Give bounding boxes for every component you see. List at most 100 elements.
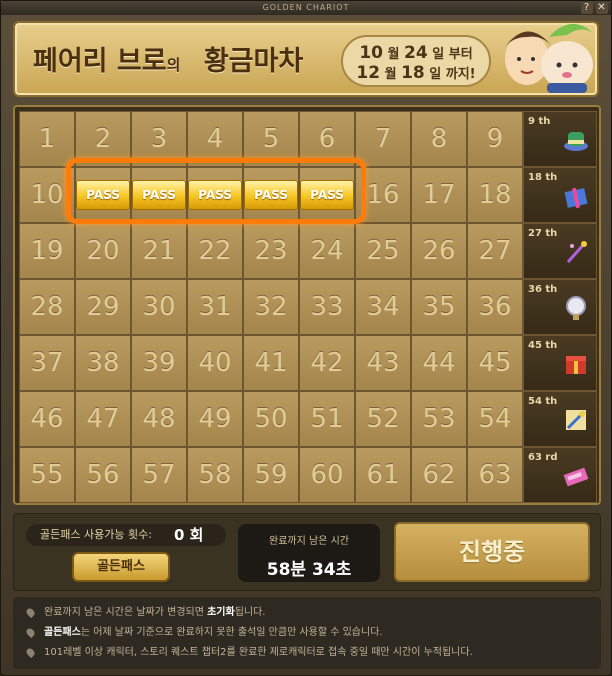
day-cell: 36 bbox=[467, 279, 523, 335]
day-cell: 58 bbox=[187, 447, 243, 503]
note-eligibility: 101레벨 이상 캐릭터, 스토리 퀘스트 챕터2를 완료한 제로캐릭터로 접속… bbox=[24, 643, 591, 663]
day-cell: 39 bbox=[131, 335, 187, 391]
reward-slot[interactable]: 45 th bbox=[523, 335, 597, 391]
day-cell: 50 bbox=[243, 391, 299, 447]
day-cell: 25 bbox=[355, 223, 411, 279]
day-cell: 18 bbox=[467, 167, 523, 223]
day-cell: 3 bbox=[131, 111, 187, 167]
in-progress-button[interactable]: 진행중 bbox=[394, 522, 590, 582]
reward-slot[interactable]: 9 th bbox=[523, 111, 597, 167]
pass-cell[interactable]: PASS bbox=[131, 167, 187, 223]
pass-label: PASS bbox=[132, 180, 186, 210]
reward-day-label: 63 rd bbox=[528, 452, 558, 463]
day-cell: 37 bbox=[19, 335, 75, 391]
day-cell: 55 bbox=[19, 447, 75, 503]
day-cell: 6 bbox=[299, 111, 355, 167]
day-cell: 26 bbox=[411, 223, 467, 279]
day-cell: 61 bbox=[355, 447, 411, 503]
day-cell: 7 bbox=[355, 111, 411, 167]
pass-cell[interactable]: PASS bbox=[299, 167, 355, 223]
event-title: 페어리 브로의 황금마차 bbox=[33, 39, 303, 78]
pin-icon bbox=[24, 646, 37, 658]
event-start-date: 10 월 24 일 부터 bbox=[359, 43, 473, 63]
day-cell: 33 bbox=[299, 279, 355, 335]
day-cell: 31 bbox=[187, 279, 243, 335]
day-cell: 35 bbox=[411, 279, 467, 335]
reward-slot[interactable]: 36 th bbox=[523, 279, 597, 335]
day-cell: 23 bbox=[243, 223, 299, 279]
day-cell: 46 bbox=[19, 391, 75, 447]
day-cell: 41 bbox=[243, 335, 299, 391]
pass-label: PASS bbox=[244, 180, 298, 210]
day-cell: 59 bbox=[243, 447, 299, 503]
note-golden-pass: 골든패스는 어제 날짜 기준으로 완료하지 못한 출석일 만큼만 사용할 수 있… bbox=[24, 623, 591, 643]
reward-day-label: 54 th bbox=[528, 396, 558, 407]
gift-box-icon bbox=[564, 187, 588, 209]
pass-label: PASS bbox=[188, 180, 242, 210]
control-panel: 골든패스 사용가능 횟수: 0 회 골든패스 완료까지 남은 시간 58분 34… bbox=[13, 513, 601, 591]
day-cell: 24 bbox=[299, 223, 355, 279]
remaining-time-value: 58분 34초 bbox=[266, 560, 352, 580]
pass-cell[interactable]: PASS bbox=[243, 167, 299, 223]
day-cell: 52 bbox=[355, 391, 411, 447]
reward-slot[interactable]: 27 th bbox=[523, 223, 597, 279]
pass-uses-count: 0 회 bbox=[174, 526, 204, 544]
pass-label: PASS bbox=[76, 180, 130, 210]
day-cell: 57 bbox=[131, 447, 187, 503]
day-cell: 9 bbox=[467, 111, 523, 167]
title-golden-chariot: 황금마차 bbox=[203, 46, 304, 77]
day-cell: 42 bbox=[299, 335, 355, 391]
remaining-time-label: 완료까지 남은 시간 bbox=[269, 536, 349, 547]
day-cell: 5 bbox=[243, 111, 299, 167]
day-cell: 38 bbox=[75, 335, 131, 391]
mascot-characters-icon bbox=[505, 23, 593, 93]
day-cell: 16 bbox=[355, 167, 411, 223]
reward-slot[interactable]: 63 rd bbox=[523, 447, 597, 503]
reward-day-label: 36 th bbox=[528, 284, 558, 295]
day-cell: 60 bbox=[299, 447, 355, 503]
day-cell: 32 bbox=[243, 279, 299, 335]
day-cell: 53 bbox=[411, 391, 467, 447]
day-cell: 56 bbox=[75, 447, 131, 503]
day-cell: 48 bbox=[131, 391, 187, 447]
pin-icon bbox=[24, 606, 37, 618]
day-grid: 1 2 3 4 5 6 7 8 9 10 PASS PASS PASS PASS PASS 16 17 18 19 2… bbox=[19, 111, 523, 503]
reward-day-label: 45 th bbox=[528, 340, 558, 351]
attendance-board: 1 2 3 4 5 6 7 8 9 10 PASS PASS PASS PASS PASS 16 17 18 19 2… bbox=[13, 105, 601, 505]
pass-cell[interactable]: PASS bbox=[187, 167, 243, 223]
reward-column: 9 th 18 th 27 th 36 th 45 th 54 th 63 rd bbox=[523, 111, 597, 503]
title-particle: 의 bbox=[166, 56, 181, 74]
day-cell: 4 bbox=[187, 111, 243, 167]
green-hat-icon bbox=[564, 132, 588, 151]
magic-wand-icon bbox=[566, 241, 587, 263]
day-cell: 63 bbox=[467, 447, 523, 503]
reward-slot[interactable]: 54 th bbox=[523, 391, 597, 447]
day-cell: 44 bbox=[411, 335, 467, 391]
day-cell: 30 bbox=[131, 279, 187, 335]
reward-day-label: 18 th bbox=[528, 172, 558, 183]
golden-chariot-window: GOLDEN CHARIOT ? ✕ 페어리 브로의 황금마차 10 월 24 … bbox=[0, 0, 612, 676]
day-cell: 43 bbox=[355, 335, 411, 391]
day-cell: 54 bbox=[467, 391, 523, 447]
red-box-icon bbox=[566, 356, 586, 374]
day-cell: 10 bbox=[19, 167, 75, 223]
day-cell: 17 bbox=[411, 167, 467, 223]
title-fairy-bro: 페어리 브로 bbox=[33, 46, 167, 77]
event-date-bubble: 10 월 24 일 부터 12 월 18 일 까지! bbox=[341, 35, 491, 87]
day-cell: 47 bbox=[75, 391, 131, 447]
reward-slot[interactable]: 18 th bbox=[523, 167, 597, 223]
day-cell: 19 bbox=[19, 223, 75, 279]
ticket-icon bbox=[563, 467, 589, 487]
reward-day-label: 27 th bbox=[528, 228, 558, 239]
day-cell: 49 bbox=[187, 391, 243, 447]
day-cell: 27 bbox=[467, 223, 523, 279]
notes-panel: 완료까지 남은 시간은 날짜가 변경되면 초기화됩니다. 골든패스는 어제 날짜… bbox=[13, 597, 601, 669]
day-cell: 20 bbox=[75, 223, 131, 279]
reward-day-label: 9 th bbox=[528, 116, 551, 127]
pass-cell[interactable]: PASS bbox=[75, 167, 131, 223]
day-cell: 62 bbox=[411, 447, 467, 503]
day-cell: 29 bbox=[75, 279, 131, 335]
window-title: GOLDEN CHARIOT bbox=[262, 3, 350, 12]
golden-pass-button[interactable]: 골든패스 bbox=[72, 552, 170, 582]
day-cell: 28 bbox=[19, 279, 75, 335]
